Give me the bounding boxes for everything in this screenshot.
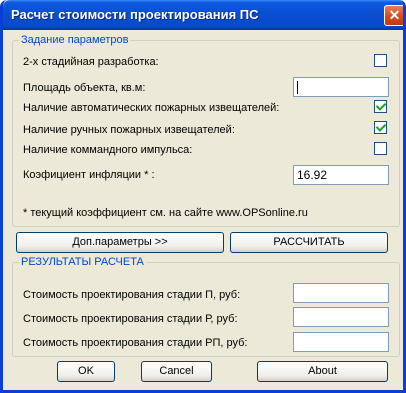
manual-detectors-label: Наличие ручных пожарных извещателей:	[23, 124, 235, 136]
dialog-body: Задание параметров 2-х стадийная разрабо…	[6, 30, 400, 390]
area-label: Площадь объекта, кв.м:	[23, 82, 146, 94]
two-stage-label: 2-х стадийная разработка:	[23, 56, 159, 68]
command-pulse-checkbox[interactable]	[374, 142, 387, 155]
text-caret	[297, 81, 298, 95]
cancel-button[interactable]: Cancel	[141, 361, 212, 382]
stage-r-output[interactable]	[293, 307, 389, 327]
two-stage-checkbox[interactable]	[374, 54, 387, 67]
inflation-value: 16.92	[297, 168, 328, 182]
about-button[interactable]: About	[257, 361, 388, 382]
close-button[interactable]: ✕	[384, 5, 403, 26]
inflation-label: Коэфициент инфляции * :	[23, 169, 155, 181]
manual-detectors-checkbox[interactable]	[374, 121, 387, 134]
window-title: Расчет стоимости проектирования ПС	[11, 7, 259, 22]
params-legend: Задание параметров	[21, 34, 129, 46]
results-legend: РЕЗУЛЬТАТЫ РАСЧЕТА	[21, 256, 144, 268]
dialog-window: Расчет стоимости проектирования ПС ✕ Зад…	[0, 0, 406, 393]
close-icon: ✕	[388, 7, 401, 23]
stage-r-label: Стоимость проектирования стадии Р, руб:	[23, 313, 238, 325]
inflation-input[interactable]: 16.92	[293, 165, 389, 185]
stage-p-label: Стоимость проектирования стадии П, руб:	[23, 289, 241, 301]
title-bar[interactable]: Расчет стоимости проектирования ПС ✕	[3, 0, 403, 30]
stage-rp-label: Стоимость проектирования стадии РП, руб:	[23, 337, 248, 349]
inflation-note: * текущий коэффициент см. на сайте www.O…	[23, 207, 308, 219]
stage-p-output[interactable]	[293, 283, 389, 303]
area-input[interactable]	[293, 77, 389, 97]
more-params-button[interactable]: Доп.параметры >>	[16, 232, 224, 253]
command-pulse-label: Наличие коммандного импульса:	[23, 144, 193, 156]
ok-button[interactable]: OK	[57, 361, 115, 382]
calculate-button[interactable]: РАССЧИТАТЬ	[230, 232, 388, 253]
auto-detectors-checkbox[interactable]	[374, 100, 387, 113]
auto-detectors-label: Наличие автоматических пожарных извещате…	[23, 102, 280, 114]
stage-rp-output[interactable]	[293, 332, 389, 352]
